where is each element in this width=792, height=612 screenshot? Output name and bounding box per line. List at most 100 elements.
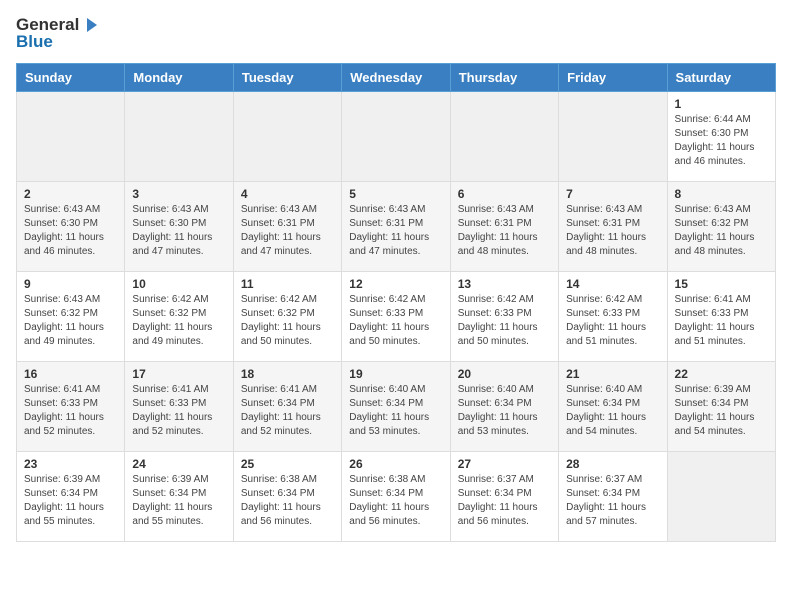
day-info: Sunrise: 6:41 AM Sunset: 6:33 PM Dayligh…: [24, 383, 117, 439]
calendar-cell: [667, 452, 775, 542]
day-number: 18: [241, 367, 334, 381]
day-number: 14: [566, 277, 659, 291]
day-number: 2: [24, 187, 117, 201]
day-number: 11: [241, 277, 334, 291]
day-info: Sunrise: 6:43 AM Sunset: 6:31 PM Dayligh…: [349, 203, 442, 259]
day-info: Sunrise: 6:41 AM Sunset: 6:34 PM Dayligh…: [241, 383, 334, 439]
week-row-1: 1 Sunrise: 6:44 AM Sunset: 6:30 PM Daylig…: [17, 92, 776, 182]
day-info: Sunrise: 6:42 AM Sunset: 6:33 PM Dayligh…: [349, 293, 442, 349]
day-number: 24: [132, 457, 225, 471]
day-info: Sunrise: 6:42 AM Sunset: 6:32 PM Dayligh…: [132, 293, 225, 349]
week-row-5: 23 Sunrise: 6:39 AM Sunset: 6:34 PM Dayli…: [17, 452, 776, 542]
day-info: Sunrise: 6:39 AM Sunset: 6:34 PM Dayligh…: [24, 473, 117, 529]
day-number: 17: [132, 367, 225, 381]
day-info: Sunrise: 6:38 AM Sunset: 6:34 PM Dayligh…: [241, 473, 334, 529]
weekday-header-tuesday: Tuesday: [233, 64, 341, 92]
calendar-cell: [342, 92, 450, 182]
weekday-header-monday: Monday: [125, 64, 233, 92]
calendar-cell: 15 Sunrise: 6:41 AM Sunset: 6:33 PM Dayli…: [667, 272, 775, 362]
day-number: 16: [24, 367, 117, 381]
calendar-cell: 14 Sunrise: 6:42 AM Sunset: 6:33 PM Dayli…: [559, 272, 667, 362]
calendar-cell: 6 Sunrise: 6:43 AM Sunset: 6:31 PM Daylig…: [450, 182, 558, 272]
day-info: Sunrise: 6:43 AM Sunset: 6:30 PM Dayligh…: [132, 203, 225, 259]
day-info: Sunrise: 6:37 AM Sunset: 6:34 PM Dayligh…: [458, 473, 551, 529]
day-info: Sunrise: 6:40 AM Sunset: 6:34 PM Dayligh…: [566, 383, 659, 439]
day-number: 28: [566, 457, 659, 471]
calendar-cell: 24 Sunrise: 6:39 AM Sunset: 6:34 PM Dayli…: [125, 452, 233, 542]
calendar-cell: [559, 92, 667, 182]
calendar-cell: 25 Sunrise: 6:38 AM Sunset: 6:34 PM Dayli…: [233, 452, 341, 542]
day-number: 23: [24, 457, 117, 471]
calendar-cell: 17 Sunrise: 6:41 AM Sunset: 6:33 PM Dayli…: [125, 362, 233, 452]
calendar-cell: 23 Sunrise: 6:39 AM Sunset: 6:34 PM Dayli…: [17, 452, 125, 542]
day-info: Sunrise: 6:40 AM Sunset: 6:34 PM Dayligh…: [349, 383, 442, 439]
calendar-cell: 26 Sunrise: 6:38 AM Sunset: 6:34 PM Dayli…: [342, 452, 450, 542]
day-info: Sunrise: 6:44 AM Sunset: 6:30 PM Dayligh…: [675, 113, 768, 169]
day-number: 1: [675, 97, 768, 111]
day-number: 4: [241, 187, 334, 201]
day-number: 19: [349, 367, 442, 381]
calendar-cell: 27Sunrise: 6:37 AM Sunset: 6:34 PM Dayli…: [450, 452, 558, 542]
calendar-cell: [233, 92, 341, 182]
day-info: Sunrise: 6:43 AM Sunset: 6:32 PM Dayligh…: [675, 203, 768, 259]
logo-blue-text: Blue: [16, 33, 99, 52]
day-number: 21: [566, 367, 659, 381]
day-number: 8: [675, 187, 768, 201]
logo-flag-icon: [81, 16, 99, 34]
logo: General Blue: [16, 16, 99, 51]
header: General Blue: [16, 16, 776, 51]
day-info: Sunrise: 6:42 AM Sunset: 6:33 PM Dayligh…: [458, 293, 551, 349]
day-info: Sunrise: 6:39 AM Sunset: 6:34 PM Dayligh…: [132, 473, 225, 529]
day-info: Sunrise: 6:43 AM Sunset: 6:31 PM Dayligh…: [241, 203, 334, 259]
day-info: Sunrise: 6:43 AM Sunset: 6:30 PM Dayligh…: [24, 203, 117, 259]
day-info: Sunrise: 6:38 AM Sunset: 6:34 PM Dayligh…: [349, 473, 442, 529]
day-info: Sunrise: 6:43 AM Sunset: 6:31 PM Dayligh…: [458, 203, 551, 259]
day-info: Sunrise: 6:41 AM Sunset: 6:33 PM Dayligh…: [132, 383, 225, 439]
day-info: Sunrise: 6:42 AM Sunset: 6:32 PM Dayligh…: [241, 293, 334, 349]
day-number: 20: [458, 367, 551, 381]
calendar-cell: 20 Sunrise: 6:40 AM Sunset: 6:34 PM Dayli…: [450, 362, 558, 452]
calendar-cell: 19 Sunrise: 6:40 AM Sunset: 6:34 PM Dayli…: [342, 362, 450, 452]
day-number: 9: [24, 277, 117, 291]
calendar-cell: 8 Sunrise: 6:43 AM Sunset: 6:32 PM Daylig…: [667, 182, 775, 272]
day-info: Sunrise: 6:39 AM Sunset: 6:34 PM Dayligh…: [675, 383, 768, 439]
weekday-header-saturday: Saturday: [667, 64, 775, 92]
day-info: Sunrise: 6:42 AM Sunset: 6:33 PM Dayligh…: [566, 293, 659, 349]
weekday-header-wednesday: Wednesday: [342, 64, 450, 92]
day-number: 25: [241, 457, 334, 471]
day-number: 7: [566, 187, 659, 201]
day-number: 6: [458, 187, 551, 201]
day-info: Sunrise: 6:37 AM Sunset: 6:34 PM Dayligh…: [566, 473, 659, 529]
calendar-cell: 28 Sunrise: 6:37 AM Sunset: 6:34 PM Dayli…: [559, 452, 667, 542]
weekday-header-friday: Friday: [559, 64, 667, 92]
day-number: 10: [132, 277, 225, 291]
day-number: 15: [675, 277, 768, 291]
calendar-cell: 9 Sunrise: 6:43 AM Sunset: 6:32 PM Daylig…: [17, 272, 125, 362]
calendar-cell: 21 Sunrise: 6:40 AM Sunset: 6:34 PM Dayli…: [559, 362, 667, 452]
calendar-cell: 7Sunrise: 6:43 AM Sunset: 6:31 PM Daylig…: [559, 182, 667, 272]
weekday-header-row: SundayMondayTuesdayWednesdayThursdayFrid…: [17, 64, 776, 92]
week-row-2: 2 Sunrise: 6:43 AM Sunset: 6:30 PM Daylig…: [17, 182, 776, 272]
day-info: Sunrise: 6:40 AM Sunset: 6:34 PM Dayligh…: [458, 383, 551, 439]
day-info: Sunrise: 6:43 AM Sunset: 6:32 PM Dayligh…: [24, 293, 117, 349]
calendar-cell: 16 Sunrise: 6:41 AM Sunset: 6:33 PM Dayli…: [17, 362, 125, 452]
calendar-cell: 4 Sunrise: 6:43 AM Sunset: 6:31 PM Daylig…: [233, 182, 341, 272]
calendar-cell: 1 Sunrise: 6:44 AM Sunset: 6:30 PM Daylig…: [667, 92, 775, 182]
calendar-cell: 22 Sunrise: 6:39 AM Sunset: 6:34 PM Dayli…: [667, 362, 775, 452]
calendar-cell: 5 Sunrise: 6:43 AM Sunset: 6:31 PM Daylig…: [342, 182, 450, 272]
day-number: 26: [349, 457, 442, 471]
calendar-cell: [17, 92, 125, 182]
calendar-cell: [125, 92, 233, 182]
calendar-cell: 13Sunrise: 6:42 AM Sunset: 6:33 PM Dayli…: [450, 272, 558, 362]
weekday-header-thursday: Thursday: [450, 64, 558, 92]
calendar-cell: 10 Sunrise: 6:42 AM Sunset: 6:32 PM Dayli…: [125, 272, 233, 362]
calendar-cell: [450, 92, 558, 182]
calendar-table: SundayMondayTuesdayWednesdayThursdayFrid…: [16, 63, 776, 542]
weekday-header-sunday: Sunday: [17, 64, 125, 92]
calendar-cell: 3 Sunrise: 6:43 AM Sunset: 6:30 PM Daylig…: [125, 182, 233, 272]
day-number: 5: [349, 187, 442, 201]
day-info: Sunrise: 6:41 AM Sunset: 6:33 PM Dayligh…: [675, 293, 768, 349]
day-number: 22: [675, 367, 768, 381]
week-row-3: 9 Sunrise: 6:43 AM Sunset: 6:32 PM Daylig…: [17, 272, 776, 362]
day-number: 3: [132, 187, 225, 201]
